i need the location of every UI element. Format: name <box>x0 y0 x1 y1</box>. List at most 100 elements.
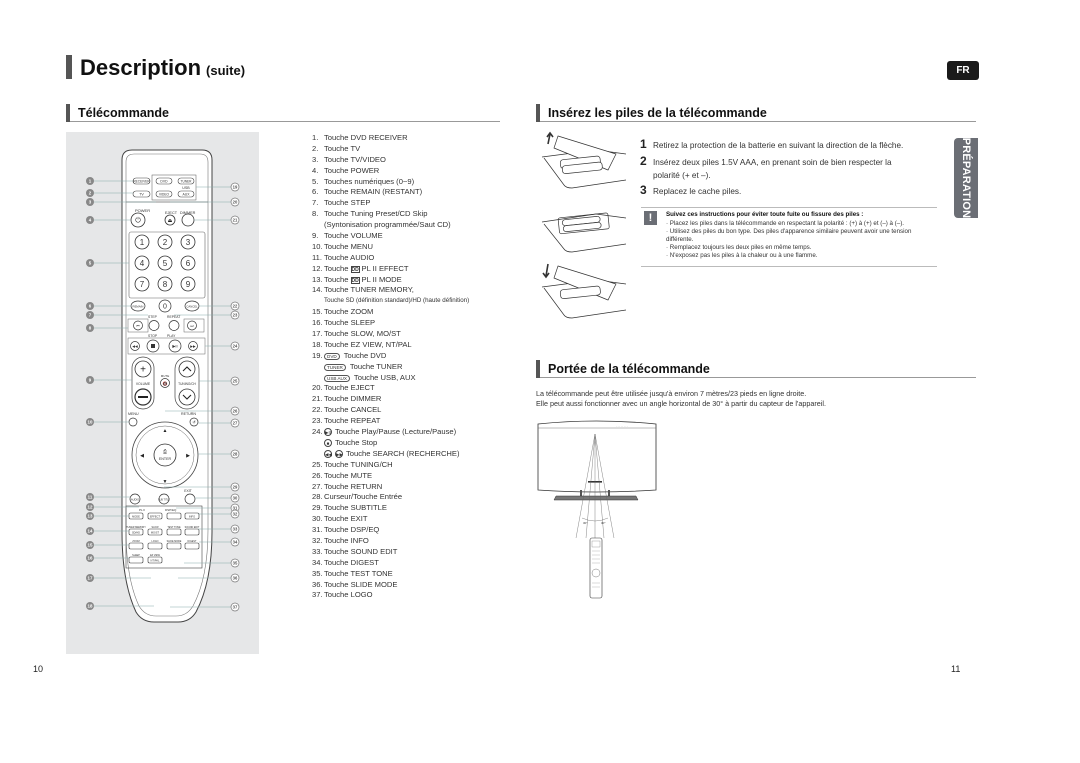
svg-text:MENU: MENU <box>128 412 139 416</box>
svg-text:MODE: MODE <box>132 514 140 518</box>
list-item-text: PL II EFFECT <box>361 263 409 273</box>
function-button <box>184 542 200 550</box>
callout-number: 20 <box>233 200 238 205</box>
remote-heading-text: Télécommande <box>78 105 170 120</box>
list-item-number: 17. <box>312 329 323 339</box>
range-heading-text: Portée de la télécommande <box>548 361 710 376</box>
step-text: Replacez le cache piles. <box>653 187 742 196</box>
list-item: ◀◀ ▶▶ Touche SEARCH (RECHERCHE) <box>312 449 512 460</box>
list-item-text: Touche REMAIN (RESTANT) <box>324 187 423 197</box>
list-item-number: 19. <box>312 350 323 360</box>
step-number: 3 <box>640 183 647 197</box>
callout-number: 35 <box>233 561 238 566</box>
svg-text:◀: ◀ <box>140 453 144 459</box>
list-item-text: Touche EJECT <box>324 383 375 393</box>
list-item-number: 21. <box>312 394 323 404</box>
playback-button-icon: ▶II <box>324 428 332 437</box>
page-title: Description (suite) <box>66 55 245 79</box>
battery-warning-note: ! Suivez ces instructions pour éviter to… <box>641 207 937 267</box>
list-item: 2. Touche TV <box>312 144 512 155</box>
svg-text:▲: ▲ <box>163 428 168 434</box>
battery-step: 2 Insérez deux piles 1.5V AAA, en prenant… <box>640 154 913 182</box>
list-item-text: Touche DVD RECEIVER <box>324 133 408 142</box>
svg-text:MUTE: MUTE <box>161 374 170 378</box>
list-item-text: Touche TUNING/CH <box>324 459 393 469</box>
page-title-suffix: (suite) <box>206 63 246 78</box>
list-item-text: Curseur/Touche Entrée <box>324 492 403 502</box>
heading-bar <box>66 103 70 122</box>
list-item: 34. Touche DIGEST <box>312 558 512 569</box>
svg-text:SUB TITLE: SUB TITLE <box>158 499 170 502</box>
svg-text:TUNING/CH: TUNING/CH <box>178 382 196 386</box>
digit-buttons: 1 2 3 4 5 6 7 8 9 <box>134 234 196 292</box>
list-item-number: 33. <box>312 546 323 556</box>
range-section-heading: Portée de la télécommande <box>536 359 976 378</box>
list-item-text: Touche CANCEL <box>324 405 382 415</box>
callout-number: 33 <box>233 527 238 532</box>
list-item: 29. Touche SUBTITLE <box>312 503 512 514</box>
list-item: 20. Touche EJECT <box>312 383 512 394</box>
warning-icon: ! <box>644 211 657 225</box>
note-bullet: · N'exposez pas les piles à la chaleur o… <box>666 251 818 259</box>
list-item-number: 35. <box>312 568 323 578</box>
playback-button-icon: ■ <box>324 439 332 448</box>
section-side-tab: PRÉPARATION <box>954 138 978 218</box>
list-item-text: Touche SEARCH (RECHERCHE) <box>346 448 460 458</box>
svg-text:ENTER: ENTER <box>159 457 172 461</box>
list-item: 30. Touche EXIT <box>312 514 512 525</box>
svg-text:🔇: 🔇 <box>163 381 168 386</box>
battery-heading-text: Insérez les piles de la télécommande <box>548 105 767 120</box>
heading-bar <box>536 103 540 122</box>
list-item-number: 8. <box>312 209 319 219</box>
digit-label: 4 <box>140 259 145 268</box>
svg-text:AUDIO: AUDIO <box>131 498 139 502</box>
list-item-text: Touche TUNER MEMORY, <box>324 285 414 295</box>
list-item-number: 23. <box>312 416 323 426</box>
list-item-text: Touche Play/Pause (Lecture/Pause) <box>335 427 457 437</box>
svg-text:SLEEP: SLEEP <box>132 554 140 557</box>
svg-text:RECEIVER: RECEIVER <box>133 180 150 184</box>
list-item-number: 1. <box>312 133 319 142</box>
svg-text:AUX: AUX <box>183 193 191 197</box>
heading-bar <box>536 359 540 378</box>
list-item-text: Touche SLOW, MO/ST <box>324 329 401 339</box>
side-tab-label: PRÉPARATION <box>960 137 972 219</box>
remote-section-heading: Télécommande <box>66 103 500 122</box>
svg-text:DVD: DVD <box>160 180 168 184</box>
list-item-number: 26. <box>312 470 323 480</box>
function-button <box>166 528 182 536</box>
list-item: 25. Touche TUNING/CH <box>312 460 512 471</box>
function-button <box>128 542 144 550</box>
list-item: (Syntonisation programmée/Saut CD) <box>312 220 512 231</box>
svg-text:⏮: ⏮ <box>136 324 139 328</box>
list-item: Touche SD (définition standard)/HD (haut… <box>312 296 512 307</box>
battery-section-heading: Insérez les piles de la télécommande <box>536 103 976 122</box>
list-item-text: Touche USB, AUX <box>353 372 416 382</box>
range-line-2: Elle peut aussi fonctionner avec un angl… <box>536 399 826 408</box>
battery-step: 3 Replacez le cache piles. <box>640 183 923 198</box>
svg-text:EFFECT: EFFECT <box>150 514 161 518</box>
digit-label: 1 <box>140 238 145 247</box>
digit-label: 9 <box>186 280 191 289</box>
remote-button-list: 1. Touche DVD RECEIVER 2. Touche TV 3. Touche… <box>312 133 512 601</box>
list-item: 23. Touche REPEAT <box>312 416 512 427</box>
list-item: 4. Touche POWER <box>312 166 512 177</box>
callout-number: 12 <box>88 505 93 510</box>
list-item: 8. Touche Tuning Preset/CD Skip <box>312 209 512 220</box>
remote-small-figure <box>589 537 603 599</box>
list-item-number: 16. <box>312 318 323 328</box>
list-item-number: 36. <box>312 579 323 589</box>
callout-number: 24 <box>233 344 238 349</box>
list-item-number: 20. <box>312 383 323 393</box>
list-item-number: 24. <box>312 427 323 437</box>
svg-text:EXIT: EXIT <box>184 489 192 493</box>
page-number-left: 10 <box>33 664 44 674</box>
svg-text:USB: USB <box>182 186 190 190</box>
note-title: Suivez ces instructions pour éviter tout… <box>666 211 864 218</box>
digit-label: 3 <box>186 238 191 247</box>
callout-number: 13 <box>88 514 93 519</box>
list-item: 1. Touche DVD RECEIVER <box>312 133 512 144</box>
function-button <box>166 512 182 520</box>
svg-text:EZ VIEW: EZ VIEW <box>150 554 161 557</box>
battery-step-2-figure <box>541 212 626 253</box>
